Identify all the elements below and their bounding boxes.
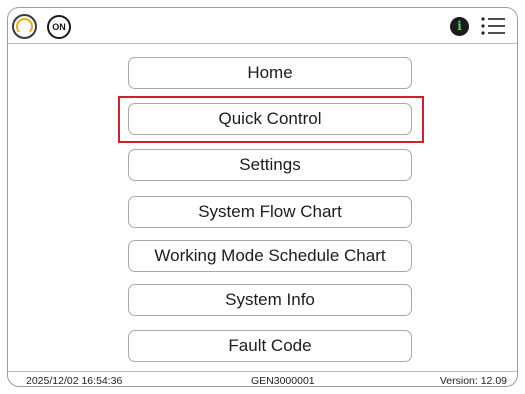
quick-control-highlight [118,96,424,143]
version-text: Version: 12.09 [439,375,507,387]
status-footer: 2025/12/02 16:54:36 GEN3000001 Version: … [8,371,517,387]
power-status-icon[interactable] [12,14,37,39]
system-info-button[interactable]: System Info [128,284,412,316]
home-button[interactable]: Home [128,57,412,89]
system-flow-chart-button[interactable]: System Flow Chart [128,196,412,228]
screen-frame: ON i Home Quick Control Settings System … [7,7,518,387]
device-id-text: GEN3000001 [251,375,315,387]
on-status-icon[interactable]: ON [47,15,71,39]
top-bar: ON i [8,8,517,44]
settings-button[interactable]: Settings [128,149,412,181]
datetime-text: 2025/12/02 16:54:36 [26,375,123,387]
menu-list-icon[interactable] [480,14,506,38]
info-icon[interactable]: i [450,17,469,36]
working-mode-schedule-chart-button[interactable]: Working Mode Schedule Chart [128,240,412,272]
fault-code-button[interactable]: Fault Code [128,330,412,362]
